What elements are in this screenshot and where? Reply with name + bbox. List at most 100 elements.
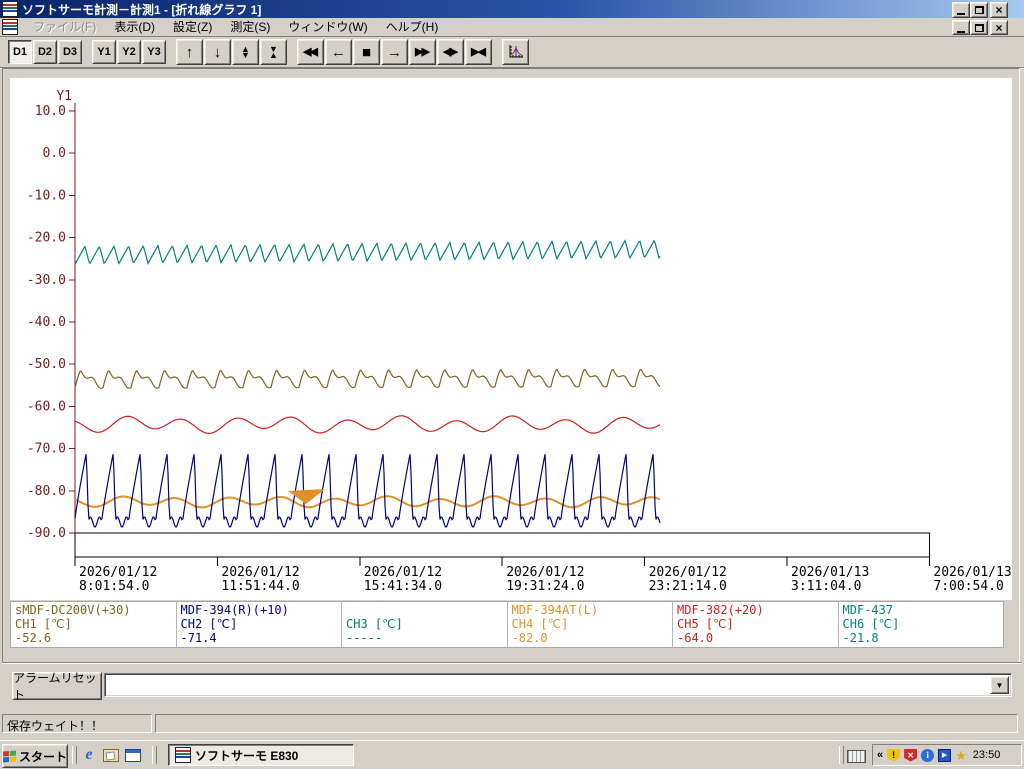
stop-icon: ■ — [362, 45, 371, 60]
legend-ch3-label: CH3 [℃] — [346, 617, 503, 631]
restore-button[interactable] — [970, 2, 988, 18]
toolbar-button-d2[interactable]: D2 — [33, 40, 57, 64]
task-button-softthermo[interactable]: ソフトサーモ E830 — [168, 744, 354, 766]
star-icon[interactable]: ★ — [955, 749, 967, 762]
toolbar-button-y2[interactable]: Y2 — [117, 40, 141, 64]
legend-cell-ch6: MDF-437CH6 [℃]-21.8 — [839, 602, 1004, 647]
toolbar-button-y1[interactable]: Y1 — [92, 40, 116, 64]
alarm-panel: アラームリセット ▼ — [2, 662, 1022, 711]
svg-text:2026/01/13: 2026/01/13 — [933, 565, 1011, 580]
security-alert-icon[interactable]: ! — [887, 749, 900, 762]
child-close-button[interactable]: × — [990, 20, 1008, 35]
svg-text:2026/01/12: 2026/01/12 — [649, 565, 727, 580]
toolbar-button-expand-horizontal[interactable]: ◀▶ — [437, 39, 464, 65]
svg-text:-30.0: -30.0 — [27, 273, 66, 288]
toolbar-button-d1[interactable]: D1 — [8, 40, 32, 64]
toolbar-button-compress-vertical[interactable]: ▼▲ — [260, 39, 287, 65]
close-button[interactable]: × — [990, 2, 1008, 18]
compress-vertical-icon: ▼▲ — [269, 46, 278, 58]
menu-item-view[interactable]: 表示(D) — [105, 18, 164, 36]
legend-ch4-label: CH4 [℃] — [512, 617, 669, 631]
compress-horizontal-icon: ▶◀ — [471, 47, 486, 58]
tray-expand-icon[interactable]: « — [877, 749, 883, 761]
window-shortcut-icon[interactable] — [124, 747, 142, 763]
series-ch4 — [75, 496, 660, 507]
toolbar-button-scroll-left[interactable]: ← — [325, 39, 352, 65]
toolbar: D1D2D3 Y1Y2Y3 ↑ ↓ ▲▼ ▼▲ ◀◀← ■ → ▶▶ ◀▶ ▶◀ — [0, 37, 1024, 68]
child-restore-button[interactable] — [970, 20, 988, 35]
legend-ch6-name: MDF-437 — [843, 603, 1000, 617]
toolbar-button-fast-forward[interactable]: ▶▶ — [409, 39, 436, 65]
minimize-button[interactable] — [952, 2, 970, 18]
taskband-handle[interactable] — [152, 746, 157, 764]
document-icon[interactable] — [2, 19, 18, 35]
toolbar-button-graph-setup[interactable] — [502, 39, 529, 65]
toolbar-button-scroll-right[interactable]: → — [381, 39, 408, 65]
toolbar-button-d3[interactable]: D3 — [58, 40, 82, 64]
restore-icon — [975, 24, 984, 32]
toolbar-button-compress-horizontal[interactable]: ▶◀ — [465, 39, 492, 65]
restore-icon — [975, 6, 984, 14]
svg-text:15:41:34.0: 15:41:34.0 — [364, 579, 442, 594]
status-message: 保存ウェイト！！ — [2, 714, 152, 733]
legend-ch3-value: ----- — [346, 631, 503, 645]
start-button[interactable]: スタート — [2, 744, 68, 768]
svg-text:2026/01/12: 2026/01/12 — [79, 565, 157, 580]
toolbar-button-expand-vertical[interactable]: ▲▼ — [232, 39, 259, 65]
legend-ch6-value: -21.8 — [843, 631, 1000, 645]
line-graph-canvas[interactable]: Y110.00.0-10.0-20.0-30.0-40.0-50.0-60.0-… — [10, 78, 1012, 600]
menu-item-window[interactable]: ウィンドウ(W) — [279, 18, 376, 36]
menu-item-measure[interactable]: 測定(S) — [221, 18, 279, 36]
arrow-down-icon: ↓ — [214, 45, 222, 60]
combo-dropdown-button[interactable]: ▼ — [990, 676, 1009, 694]
start-label: スタート — [19, 748, 67, 765]
toolbar-button-stop[interactable]: ■ — [353, 39, 380, 65]
ie-icon[interactable]: e — [80, 747, 98, 763]
expand-horizontal-icon: ◀▶ — [443, 47, 458, 58]
toolbar-button-fast-rewind[interactable]: ◀◀ — [297, 39, 324, 65]
close-icon: × — [995, 23, 1002, 33]
arrow-up-icon: ↑ — [186, 45, 194, 60]
legend-cell-ch5: MDF-382(+20)CH5 [℃]-64.0 — [673, 602, 839, 647]
menu-item-settings[interactable]: 設定(Z) — [164, 18, 221, 36]
svg-text:-60.0: -60.0 — [27, 399, 66, 414]
toolbar-button-scroll-down[interactable]: ↓ — [204, 39, 231, 65]
svg-text:2026/01/13: 2026/01/13 — [791, 565, 869, 580]
alarm-combo-box[interactable]: ▼ — [104, 673, 1012, 697]
toolbar-button-scroll-up[interactable]: ↑ — [176, 39, 203, 65]
status-bar: 保存ウェイト！！ — [0, 710, 1024, 737]
legend-ch2-name: MDF-394(R)(+10) — [181, 603, 338, 617]
expand-vertical-icon: ▲▼ — [241, 46, 250, 58]
legend-ch5-name: MDF-382(+20) — [677, 603, 834, 617]
svg-text:-20.0: -20.0 — [27, 231, 66, 246]
desktop: ソフトサーモ計測－計測1 - [折れ線グラフ 1] × ファイル(F)表示(D)… — [0, 0, 1024, 768]
child-minimize-button[interactable] — [952, 20, 970, 35]
info-balloon-icon[interactable]: i — [921, 749, 934, 762]
security-warning-icon[interactable]: ✕ — [904, 749, 917, 762]
task-label: ソフトサーモ E830 — [195, 747, 298, 764]
series-ch2 — [75, 454, 660, 527]
arrow-right-icon: → — [387, 45, 402, 60]
media-play-icon[interactable]: ▶ — [938, 749, 951, 762]
series-ch5 — [75, 416, 660, 434]
system-tray: « ! ✕ i ▶ ★ 23:50 — [872, 744, 1022, 766]
menu-item-help[interactable]: ヘルプ(H) — [377, 18, 448, 36]
minimize-icon — [957, 31, 965, 33]
legend-ch4-name: MDF-394AT(L) — [512, 603, 669, 617]
toolbar-button-y3[interactable]: Y3 — [142, 40, 166, 64]
svg-text:-90.0: -90.0 — [27, 526, 66, 541]
alarm-reset-button[interactable]: アラームリセット — [12, 672, 102, 700]
svg-text:3:11:04.0: 3:11:04.0 — [791, 579, 861, 594]
app-icon — [2, 1, 18, 17]
window-title: ソフトサーモ計測－計測1 - [折れ線グラフ 1] — [22, 1, 261, 18]
legend-cell-ch1: sMDF-DC200V(+30)CH1 [℃]-52.6 — [11, 602, 177, 647]
legend-ch2-label: CH2 [℃] — [181, 617, 338, 631]
svg-text:2026/01/12: 2026/01/12 — [506, 565, 584, 580]
svg-text:11:51:44.0: 11:51:44.0 — [221, 579, 299, 594]
svg-text:2026/01/12: 2026/01/12 — [221, 565, 299, 580]
title-bar: ソフトサーモ計測－計測1 - [折れ線グラフ 1] × — [0, 0, 1024, 18]
show-desktop-icon[interactable] — [102, 747, 120, 763]
quicklaunch-handle[interactable] — [72, 746, 77, 764]
keyboard-layout-icon[interactable] — [847, 750, 866, 763]
legend-ch3-name — [346, 603, 503, 617]
